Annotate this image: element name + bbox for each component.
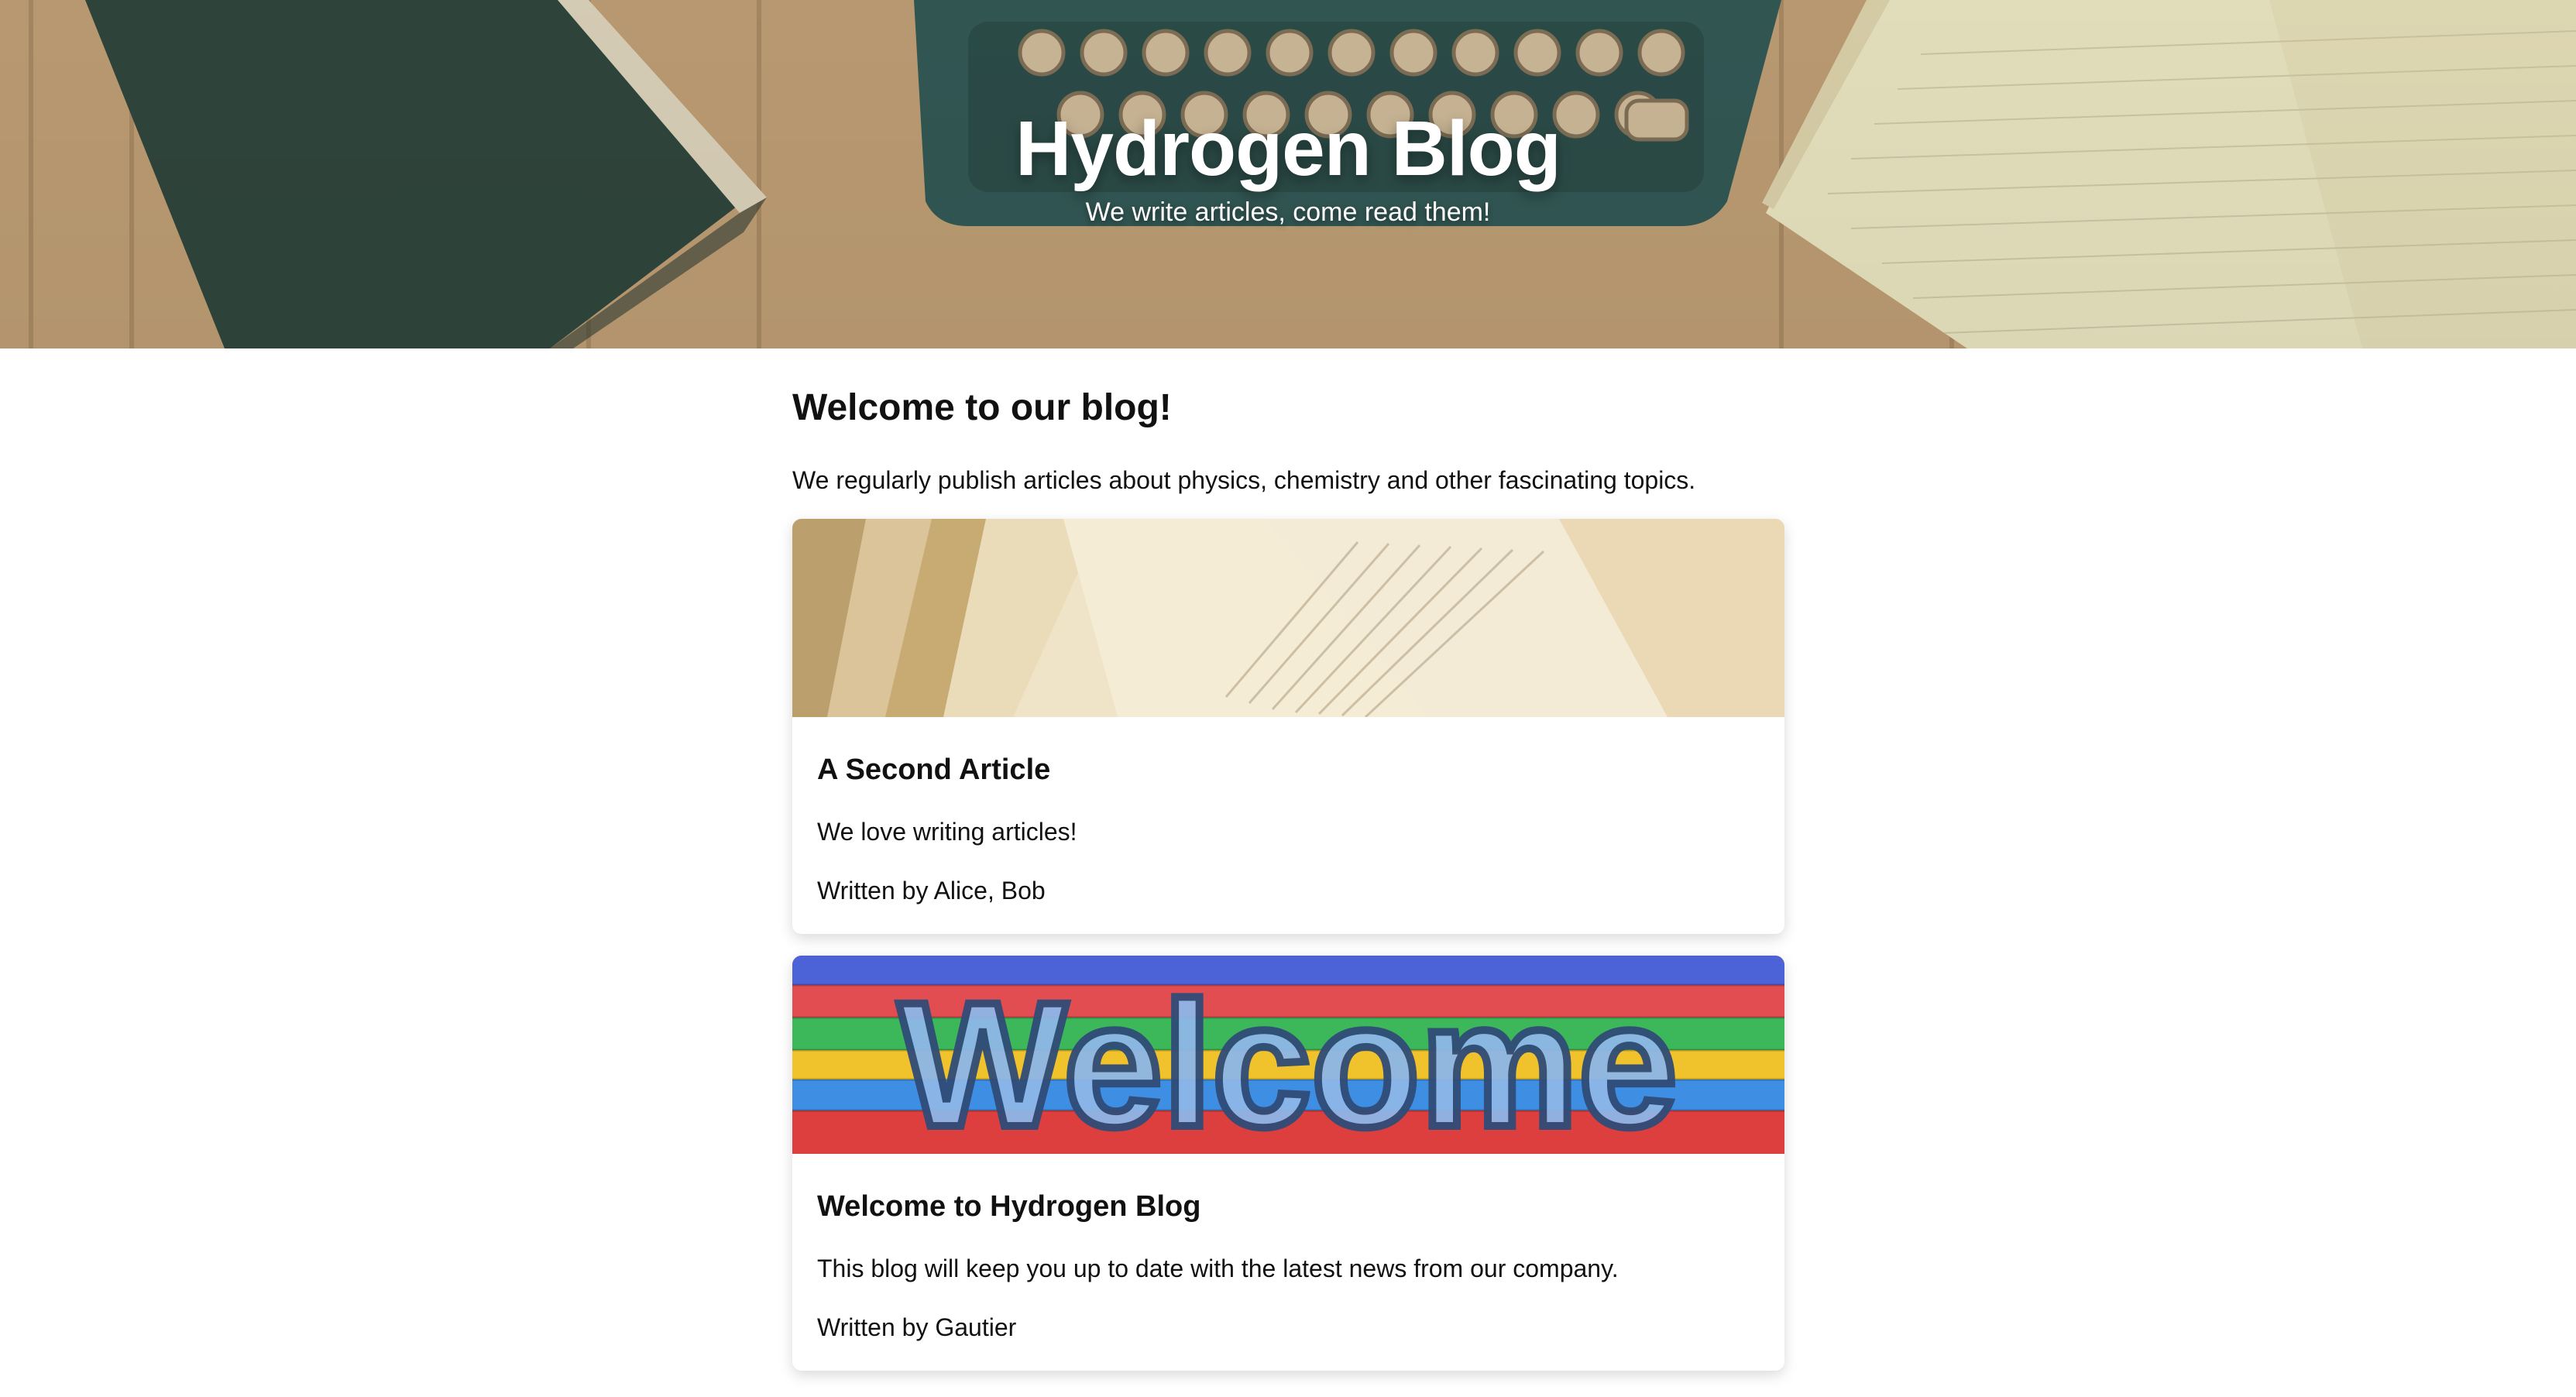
welcome-image-text: Welcome bbox=[898, 965, 1678, 1154]
site-title: Hydrogen Blog bbox=[1015, 105, 1561, 192]
article-title[interactable]: Welcome to Hydrogen Blog bbox=[817, 1189, 1760, 1225]
book-pages-image bbox=[792, 519, 1784, 718]
intro-description: We regularly publish articles about phys… bbox=[792, 465, 1696, 494]
article-card-2[interactable]: Welcome Welcome to Hydrogen Blog This bl… bbox=[792, 955, 1784, 1371]
hero-banner: Hydrogen Blog We write articles, come re… bbox=[0, 0, 2576, 348]
article-card-body: A Second Article We love writing article… bbox=[792, 717, 1784, 934]
article-byline: Written by Alice, Bob bbox=[817, 876, 1046, 904]
welcome-colorful-image: Welcome bbox=[792, 955, 1784, 1154]
article-summary: We love writing articles! bbox=[817, 817, 1077, 846]
site-tagline: We write articles, come read them! bbox=[1085, 197, 1491, 227]
article-byline: Written by Gautier bbox=[817, 1313, 1017, 1341]
article-card-body: Welcome to Hydrogen Blog This blog will … bbox=[792, 1154, 1784, 1371]
article-title[interactable]: A Second Article bbox=[817, 753, 1760, 788]
article-card-1[interactable]: A Second Article We love writing article… bbox=[792, 519, 1784, 934]
main-content: Welcome to our blog! We regularly publis… bbox=[792, 348, 1784, 1371]
intro-heading: Welcome to our blog! bbox=[792, 387, 1172, 428]
article-summary: This blog will keep you up to date with … bbox=[817, 1254, 1619, 1282]
hero-text-group: Hydrogen Blog We write articles, come re… bbox=[0, 108, 2576, 228]
